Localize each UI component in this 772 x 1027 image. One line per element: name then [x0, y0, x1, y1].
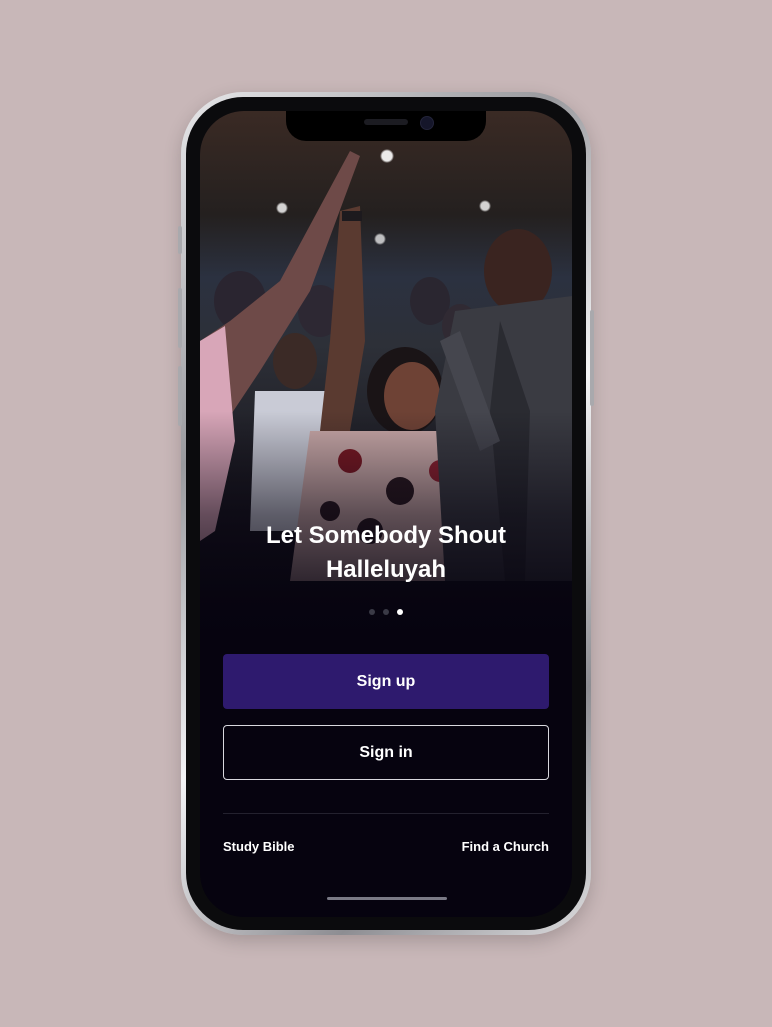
volume-up-button — [178, 288, 182, 348]
phone-notch — [286, 111, 486, 141]
sign-in-button[interactable]: Sign in — [223, 725, 549, 780]
carousel-pagination — [200, 609, 572, 617]
sign-up-button[interactable]: Sign up — [223, 654, 549, 709]
app-screen: Let Somebody Shout Halleluyah Sign up Si… — [200, 111, 572, 917]
pagination-dot-active[interactable] — [397, 609, 403, 615]
find-church-link[interactable]: Find a Church — [462, 839, 549, 854]
headline-line-1: Let Somebody Shout — [266, 522, 506, 549]
home-indicator[interactable] — [327, 897, 447, 900]
power-button — [590, 310, 594, 406]
footer-divider — [223, 813, 549, 814]
slide-headline: Let Somebody Shout Halleluyah — [220, 519, 552, 587]
mute-switch — [178, 226, 182, 254]
volume-down-button — [178, 366, 182, 426]
study-bible-link[interactable]: Study Bible — [223, 839, 295, 854]
pagination-dot[interactable] — [383, 609, 389, 615]
pagination-dot[interactable] — [369, 609, 375, 615]
front-camera — [420, 116, 434, 130]
sign-in-label: Sign in — [359, 743, 413, 761]
sign-up-label: Sign up — [356, 672, 416, 690]
earpiece-speaker — [364, 119, 408, 125]
headline-line-2: Halleluyah — [325, 556, 447, 583]
